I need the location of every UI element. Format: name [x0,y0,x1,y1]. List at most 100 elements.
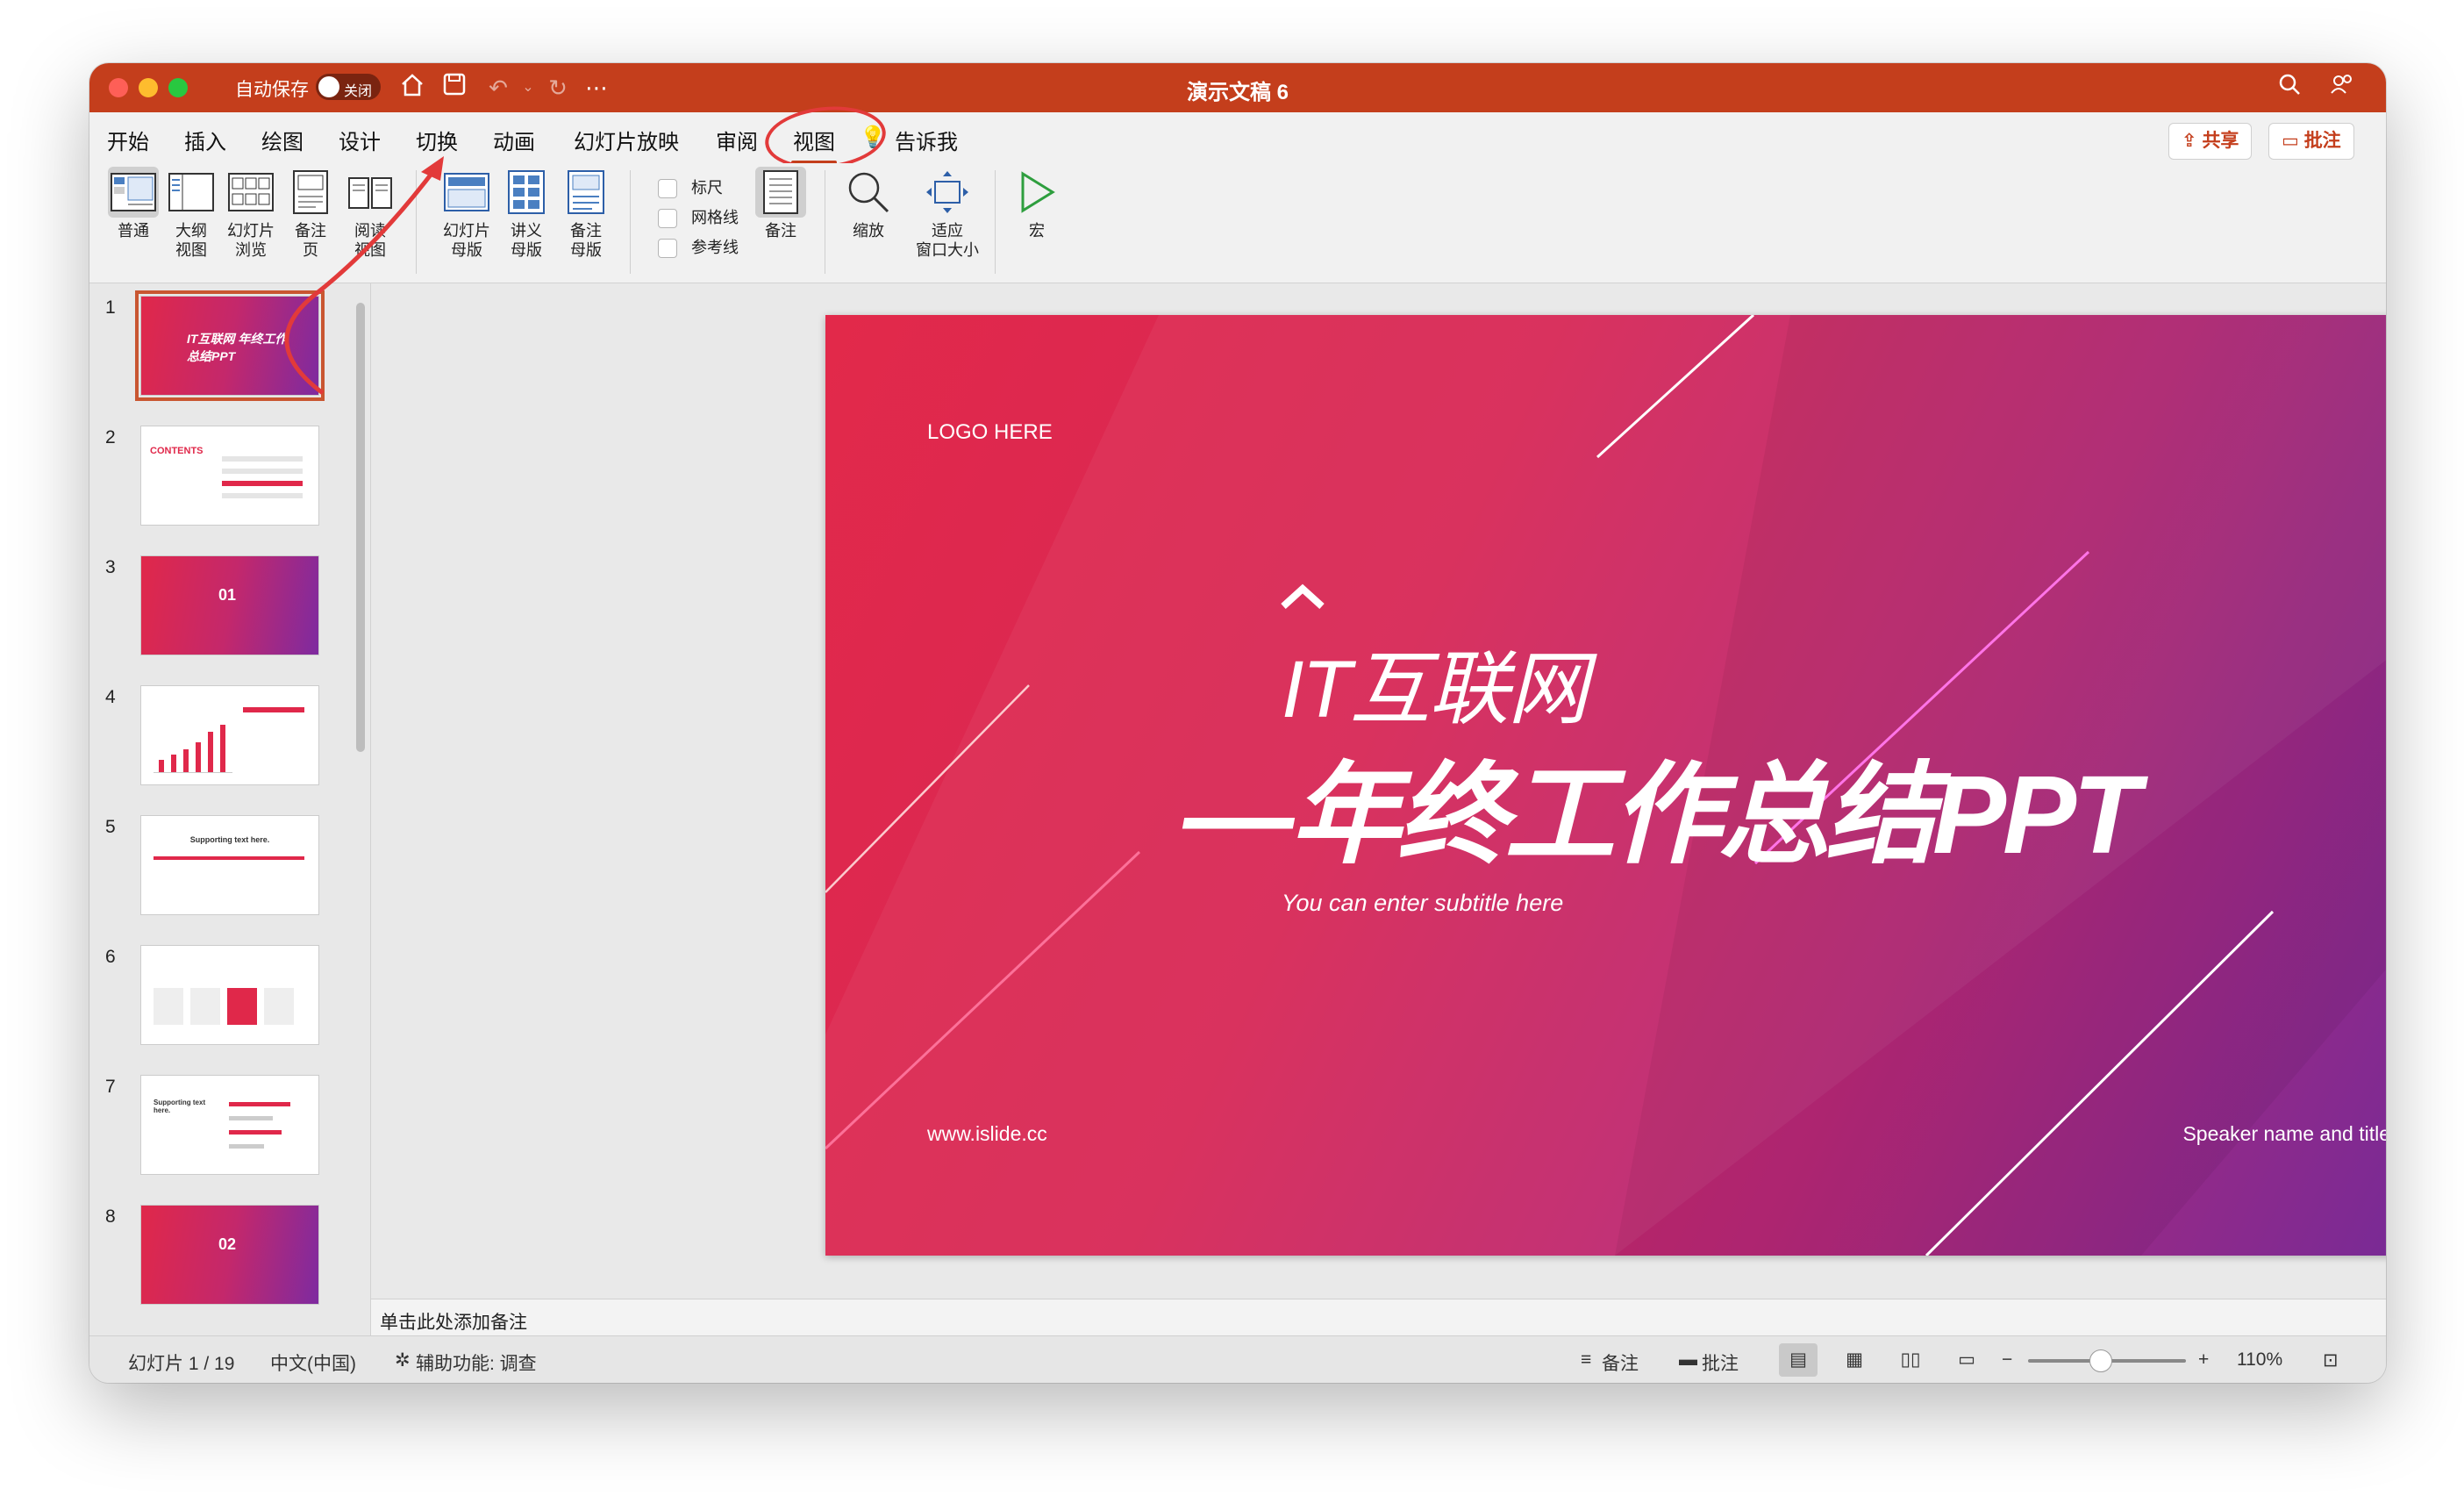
gridlines-checkbox[interactable]: 网格线 [658,205,739,229]
handout-master-icon [501,167,552,218]
fit-slide-icon[interactable]: ⊡ [2323,1349,2339,1371]
thumbnail-number: 7 [105,1077,116,1097]
macro-label: 宏 [1029,222,1045,240]
zoom-percent[interactable]: 110% [2237,1349,2282,1371]
notes-placeholder: 单击此处添加备注 [380,1313,527,1333]
checkbox-box [658,209,677,229]
notes-label: 备注 [765,222,796,240]
play-icon [1011,167,1062,218]
tab-home[interactable]: 开始 [107,125,149,155]
reading-view-status-icon[interactable]: ▯▯ [1891,1343,1930,1377]
thumbnail-number: 3 [105,557,116,577]
current-slide[interactable]: LOGO HERE IT互联网 —年终工作总结PPT You can enter… [825,315,2386,1256]
notes-master-icon [561,167,611,218]
slide-speaker: Speaker name and title [2182,1122,2386,1145]
zoom-label: 缩放 [853,222,884,240]
thumbnail-slide-3[interactable]: 01 [140,555,319,655]
slide-title-line2: —年终工作总结PPT [1183,753,2140,877]
zoom-button[interactable]: 缩放 [840,167,896,240]
thumbnail-number: 8 [105,1206,116,1227]
thumbnail-card [190,988,220,1025]
thumbnail-section-number: 02 [218,1235,237,1253]
comments-status-button[interactable]: 批注 [1702,1349,1739,1376]
language-indicator[interactable]: 中文(中国) [270,1349,356,1376]
comments-label: 批注 [2303,131,2341,151]
normal-view-icon [108,167,159,218]
notes-master-button[interactable]: 备注 母版 [558,167,614,260]
slideshow-status-icon[interactable]: ▭ [1947,1343,1986,1377]
fit-to-window-button[interactable]: 适应 窗口大小 [905,167,989,260]
notes-pane[interactable]: 单击此处添加备注 [371,1299,2386,1336]
slide-sorter-status-icon[interactable]: ▦ [1835,1343,1874,1377]
handout-master-label: 讲义 母版 [511,222,542,259]
thumbnail-slide-4[interactable] [140,685,319,785]
slide-title-line1: IT互联网 [1282,645,1589,734]
tell-me-search[interactable]: 告诉我 [895,125,958,155]
zoom-out-icon[interactable]: − [2002,1349,2012,1371]
guides-label: 参考线 [691,239,739,256]
accessibility-icon: ✲ [395,1350,411,1371]
thumbnail-card [154,988,183,1025]
annotation-arrow [284,156,444,396]
gridlines-label: 网格线 [691,209,739,226]
thumbnail-slide-8[interactable]: 02 [140,1205,319,1305]
comment-icon: ▬ [1679,1349,1697,1370]
share-button[interactable]: ⇪ 共享 [2168,123,2253,160]
share-label: 共享 [2202,131,2239,151]
fit-window-icon [922,167,973,218]
notes-status-button[interactable]: 备注 [1602,1349,1639,1376]
notes-master-label: 备注 母版 [570,222,602,259]
thumbnail-text: Supporting text here. [154,1099,206,1114]
thumbnail-slide-6[interactable] [140,945,319,1045]
outline-view-icon [166,167,217,218]
zoom-in-icon[interactable]: + [2198,1349,2209,1371]
slide-counter: 幻灯片 1 / 19 [128,1354,235,1374]
magnifier-icon [843,167,894,218]
ribbon-separator [995,170,996,274]
thumbnail-bar [222,493,303,498]
search-icon[interactable] [2274,72,2305,104]
guides-checkbox[interactable]: 参考线 [658,235,739,259]
thumbnail-number: 2 [105,427,116,447]
thumbnail-chart [154,721,232,773]
slide-thumbnail-panel: 1 IT互联网 年终工作总结PPT 2 CONTENTS 3 01 4 5 Su… [89,283,371,1335]
thumbnail-slide-2[interactable]: CONTENTS [140,426,319,526]
notes-toggle-button[interactable]: 备注 [753,167,809,240]
ribbon-separator [630,170,631,274]
checkbox-box [658,239,677,259]
thumbnail-bar [222,481,303,486]
thumbnail-number: 6 [105,947,116,967]
window-title: 演示文稿 6 [1186,81,1289,104]
slide-subtitle: You can enter subtitle here [1282,890,1564,916]
comments-button[interactable]: ▭ 批注 [2268,123,2354,160]
handout-master-button[interactable]: 讲义 母版 [498,167,554,260]
tab-animations[interactable]: 动画 [493,125,535,155]
zoom-slider-knob[interactable] [2089,1349,2112,1372]
account-icon[interactable] [2326,72,2358,104]
thumbnail-bar [222,456,303,462]
outline-view-button[interactable]: 大纲 视图 [163,167,219,260]
tab-review[interactable]: 审阅 [716,125,758,155]
macro-button[interactable]: 宏 [1009,167,1065,240]
thumbnail-card [227,988,257,1025]
accessibility-status[interactable]: 辅助功能: 调查 [416,1349,537,1376]
ruler-checkbox[interactable]: 标尺 [658,175,723,199]
normal-view-button[interactable]: 普通 [105,167,161,240]
title-bar: 自动保存 关闭 ↶ ⌄ ↻ ⋯ 演示文稿 6 [89,63,2386,112]
normal-view-label: 普通 [118,222,149,240]
thumbnail-card [264,988,294,1025]
thumbnail-slide-7[interactable]: Supporting text here. [140,1075,319,1175]
thumbnail-bar [222,469,303,474]
normal-view-status-icon[interactable]: ▤ [1779,1343,1818,1377]
tab-slideshow[interactable]: 幻灯片放映 [574,125,679,155]
thumbnail-number: 4 [105,687,116,707]
thumbnail-contents: CONTENTS [150,446,204,456]
notes-icon [755,167,806,218]
thumbnail-timeline [154,856,304,860]
ruler-label: 标尺 [691,179,723,197]
thumbnail-bar [243,707,304,712]
thumbnail-slide-5[interactable]: Supporting text here. [140,815,319,915]
thumbnail-number: 5 [105,817,116,837]
status-bar: 幻灯片 1 / 19 中文(中国) ✲ 辅助功能: 调查 ≡ 备注 ▬ 批注 ▤… [89,1335,2386,1383]
slide-editing-area[interactable]: LOGO HERE IT互联网 —年终工作总结PPT You can enter… [371,283,2386,1299]
